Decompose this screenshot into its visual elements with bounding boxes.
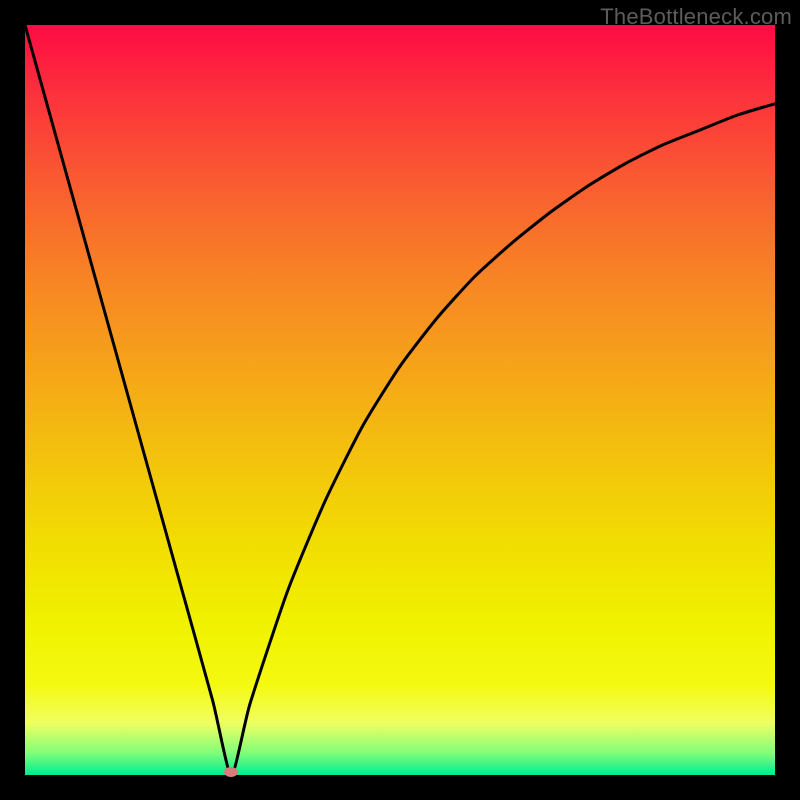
watermark-text: TheBottleneck.com xyxy=(600,4,792,30)
plot-area xyxy=(25,25,775,775)
bottleneck-curve xyxy=(25,25,775,775)
chart-container: TheBottleneck.com xyxy=(0,0,800,800)
minimum-marker xyxy=(224,767,238,777)
